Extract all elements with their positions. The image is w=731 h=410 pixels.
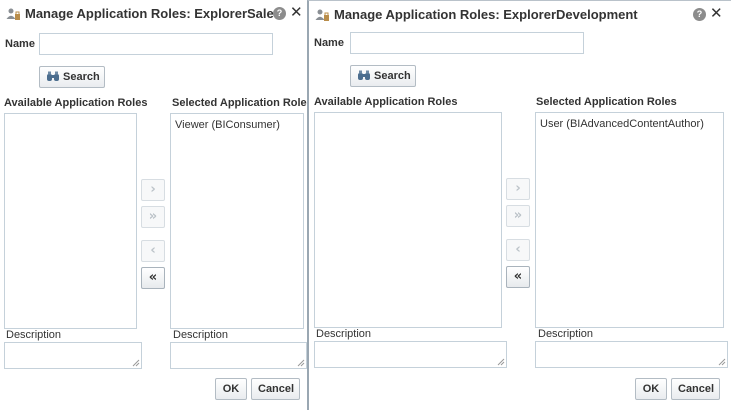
ok-button[interactable]: OK [215,378,247,400]
remove-button[interactable]: ‹ [506,239,530,261]
move-all-button[interactable]: » [506,205,530,227]
list-item[interactable]: User (BIAdvancedContentAuthor) [540,118,704,130]
move-all-button[interactable]: » [141,206,165,228]
resize-grip-icon[interactable] [297,359,305,367]
binoculars-icon [358,70,370,80]
help-icon[interactable]: ? [273,7,286,20]
dialog-title: Manage Application Roles: ExplorerSales [25,6,281,21]
available-roles-list[interactable] [4,113,137,329]
available-roles-label: Available Application Roles [314,96,458,108]
remove-all-button[interactable]: « [141,267,165,289]
selected-description-field[interactable] [535,341,728,368]
selected-description-label: Description [538,328,594,340]
name-label: Name [5,38,35,50]
available-description-label: Description [316,328,372,340]
search-button[interactable]: Search [350,65,416,87]
available-description-field[interactable] [4,342,142,369]
close-icon[interactable]: ✕ [290,4,303,22]
move-button[interactable]: › [506,178,530,200]
selected-roles-label: Selected Application Roles [536,96,677,108]
resize-grip-icon[interactable] [497,358,505,366]
manage-roles-dialog-explorerdevelopment: Manage Application Roles: ExplorerDevelo… [307,0,731,410]
available-description-field[interactable] [314,341,507,368]
available-description-label: Description [6,329,62,341]
app-roles-icon [315,9,329,21]
dialog-title-bar[interactable]: Manage Application Roles: ExplorerSales … [0,0,307,28]
cancel-button[interactable]: Cancel [671,378,720,400]
search-button-label: Search [374,70,411,82]
name-input[interactable] [350,32,584,54]
remove-all-button[interactable]: « [506,266,530,288]
binoculars-icon [47,71,59,81]
ok-button[interactable]: OK [635,378,667,400]
search-button-label: Search [63,71,100,83]
available-roles-label: Available Application Roles [4,97,148,109]
list-item[interactable]: Viewer (BIConsumer) [175,119,280,131]
resize-grip-icon[interactable] [718,358,726,366]
app-roles-icon [6,8,20,20]
help-icon[interactable]: ? [693,8,706,21]
selected-roles-list[interactable]: Viewer (BIConsumer) [170,113,304,329]
search-button[interactable]: Search [39,66,105,88]
selected-description-field[interactable] [170,342,307,369]
resize-grip-icon[interactable] [132,359,140,367]
dialog-title: Manage Application Roles: ExplorerDevelo… [334,7,638,22]
cancel-button[interactable]: Cancel [251,378,300,400]
name-input[interactable] [39,33,273,55]
move-button[interactable]: › [141,179,165,201]
dialog-title-bar[interactable]: Manage Application Roles: ExplorerDevelo… [309,1,731,29]
remove-button[interactable]: ‹ [141,240,165,262]
selected-description-label: Description [173,329,229,341]
selected-roles-list[interactable]: User (BIAdvancedContentAuthor) [535,112,724,328]
close-icon[interactable]: ✕ [710,5,723,23]
manage-roles-dialog-explorersales: Manage Application Roles: ExplorerSales … [0,0,313,410]
selected-roles-label: Selected Application Roles [172,97,313,109]
available-roles-list[interactable] [314,112,502,328]
name-label: Name [314,37,344,49]
